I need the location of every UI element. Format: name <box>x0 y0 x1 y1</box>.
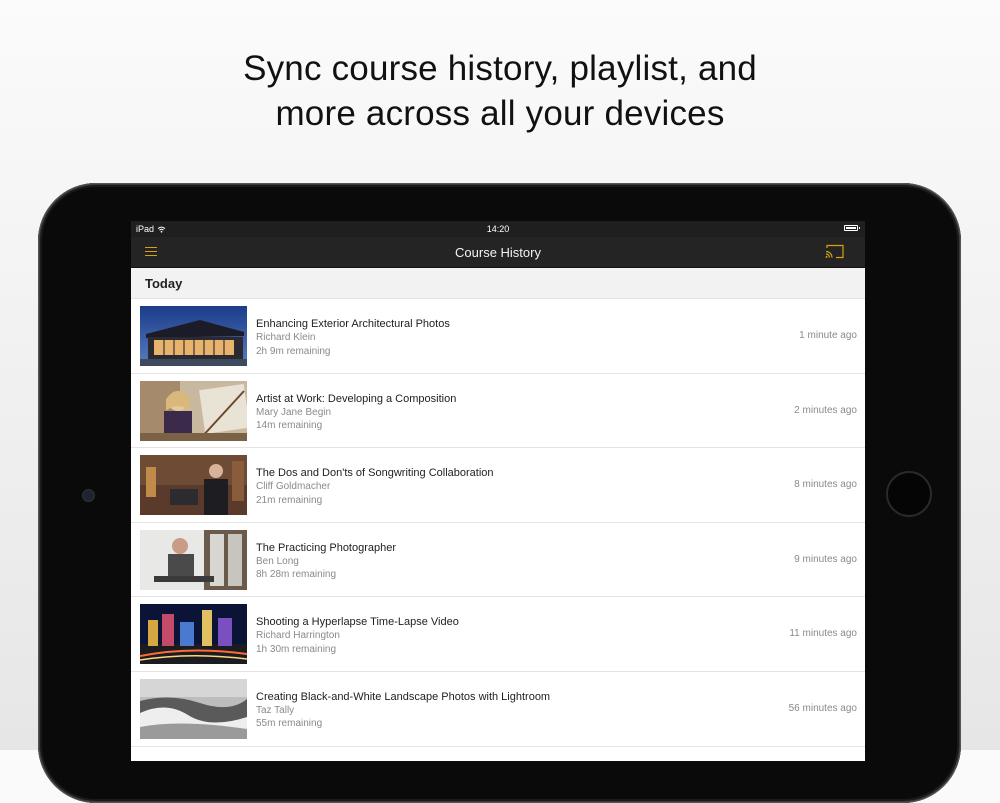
course-title: Shooting a Hyperlapse Time-Lapse Video <box>256 616 459 629</box>
course-thumbnail <box>140 455 247 516</box>
cast-icon[interactable] <box>825 244 845 259</box>
course-remaining: 14m remaining <box>256 420 323 432</box>
course-author: Taz Tally <box>256 704 295 716</box>
course-author: Mary Jane Begin <box>256 406 332 418</box>
course-row-text: The Practicing Photographer Ben Long 8h … <box>256 541 396 582</box>
course-author: Richard Harrington <box>256 630 340 642</box>
course-row-text: The Dos and Don'ts of Songwriting Collab… <box>256 466 494 507</box>
course-author: Ben Long <box>256 555 299 567</box>
course-row[interactable]: Artist at Work: Developing a Composition… <box>131 374 865 449</box>
course-title: The Dos and Don'ts of Songwriting Collab… <box>256 467 494 480</box>
course-title: Enhancing Exterior Architectural Photos <box>256 318 450 330</box>
course-row-text: Enhancing Exterior Architectural Photos … <box>256 317 450 358</box>
course-timestamp: 8 minutes ago <box>794 479 857 491</box>
course-remaining: 55m remaining <box>256 718 323 730</box>
course-timestamp: 2 minutes ago <box>794 404 857 416</box>
course-remaining: 2h 9m remaining <box>256 345 331 357</box>
course-remaining: 21m remaining <box>256 494 323 506</box>
course-timestamp: 11 minutes ago <box>789 628 857 640</box>
course-author: Richard Klein <box>256 332 316 343</box>
course-row[interactable]: Creating Black-and-White Landscape Photo… <box>131 672 865 747</box>
home-button[interactable] <box>886 471 932 517</box>
course-row[interactable]: Shooting a Hyperlapse Time-Lapse Video R… <box>131 597 865 672</box>
status-bar: iPad 14:20 <box>131 221 865 237</box>
course-row[interactable]: Enhancing Exterior Architectural Photos … <box>131 299 865 374</box>
status-time: 14:20 <box>486 224 510 234</box>
course-remaining: 1h 30m remaining <box>256 643 337 655</box>
course-row-text: Creating Black-and-White Landscape Photo… <box>256 690 550 731</box>
page-title: Course History <box>455 245 541 260</box>
course-thumbnail <box>140 678 247 739</box>
course-timestamp: 9 minutes ago <box>794 553 857 565</box>
course-timestamp: 1 minute ago <box>799 330 857 341</box>
course-title: The Practicing Photographer <box>256 541 397 554</box>
course-title: Creating Black-and-White Landscape Photo… <box>256 690 551 703</box>
front-camera <box>83 490 94 501</box>
course-thumbnail <box>140 604 247 665</box>
nav-bar: Course History <box>131 237 865 268</box>
battery-icon <box>844 225 860 231</box>
course-row[interactable]: The Dos and Don'ts of Songwriting Collab… <box>131 448 865 523</box>
course-timestamp: 56 minutes ago <box>788 702 857 714</box>
course-author: Cliff Goldmacher <box>256 481 331 493</box>
course-title: Artist at Work: Developing a Composition <box>256 392 457 405</box>
headline-line-2: more across all your devices <box>275 94 725 133</box>
course-thumbnail <box>140 529 247 590</box>
course-thumbnail <box>140 380 247 441</box>
course-thumbnail <box>140 306 247 366</box>
section-header-today: Today <box>131 268 865 299</box>
course-row-text: Shooting a Hyperlapse Time-Lapse Video R… <box>256 615 459 656</box>
course-remaining: 8h 28m remaining <box>256 569 337 581</box>
headline: Sync course history, playlist, and more … <box>0 46 1000 136</box>
course-history-list: Enhancing Exterior Architectural Photos … <box>131 299 865 747</box>
headline-line-1: Sync course history, playlist, and <box>243 49 757 88</box>
course-row-text: Artist at Work: Developing a Composition… <box>256 392 456 433</box>
course-row[interactable]: The Practicing Photographer Ben Long 8h … <box>131 523 865 598</box>
app-screen: iPad 14:20 Course History Today Enhancin… <box>131 221 865 761</box>
